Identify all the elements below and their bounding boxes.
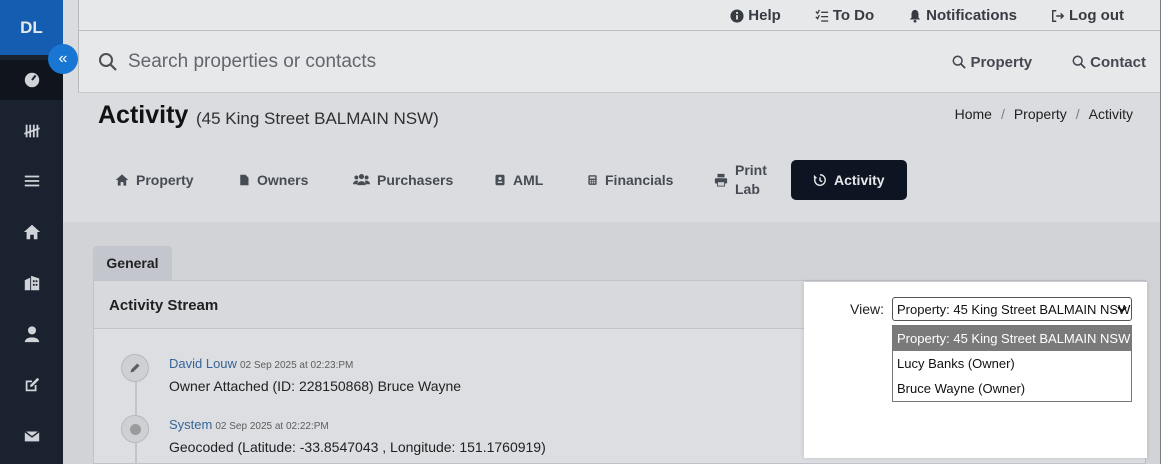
notifications-link[interactable]: Notifications	[908, 7, 1017, 24]
document-icon	[240, 174, 249, 186]
home-icon	[23, 224, 40, 240]
sidebar-item-home[interactable]	[0, 212, 63, 252]
logout-icon	[1052, 9, 1065, 22]
dashboard-icon	[24, 72, 39, 88]
view-label: View:	[850, 301, 884, 317]
help-label: Help	[748, 7, 781, 24]
search-bar: Property Contact	[78, 31, 1160, 93]
search-icon	[99, 53, 117, 71]
id-card-icon	[495, 174, 505, 186]
breadcrumb-separator: /	[1075, 106, 1080, 122]
activity-timestamp: 02 Sep 2025 at 02:22:PM	[215, 421, 329, 432]
tally-icon	[23, 124, 40, 138]
tab-bar: Property Owners Purchasers AML Financial…	[63, 140, 1160, 220]
search-icon	[1072, 55, 1086, 69]
edit-icon	[25, 377, 39, 392]
breadcrumb-property[interactable]: Property	[1014, 106, 1067, 122]
sidebar-item-contacts[interactable]	[0, 314, 63, 354]
printer-icon	[714, 173, 728, 187]
sidebar-item-edit[interactable]	[0, 365, 63, 405]
sidebar-collapse-button[interactable]: «	[48, 44, 78, 74]
timeline-marker	[121, 354, 149, 382]
search-icon	[952, 55, 967, 69]
tab-property[interactable]: Property	[115, 160, 194, 200]
tab-aml-label: AML	[513, 172, 544, 188]
tab-purchasers-label: Purchasers	[377, 172, 454, 188]
page-subtitle: (45 King Street BALMAIN NSW)	[196, 109, 439, 128]
tab-owners[interactable]: Owners	[238, 160, 308, 200]
sidebar-item-buildings[interactable]	[0, 263, 63, 303]
bell-icon	[909, 9, 921, 23]
activity-text: Owner Attached (ID: 228150868) Bruce Way…	[169, 378, 462, 394]
todo-link[interactable]: To Do	[815, 7, 874, 24]
calculator-icon	[588, 175, 597, 185]
view-option[interactable]: Property: 45 King Street BALMAIN NSW	[893, 326, 1131, 351]
search-contact-label: Contact	[1090, 53, 1146, 71]
timeline-marker	[121, 415, 149, 443]
tab-print-lab-line1: Print	[735, 162, 767, 178]
chevron-down-icon	[1117, 306, 1127, 313]
activity-entry-header: David Louw 02 Sep 2025 at 02:23:PM	[169, 356, 353, 371]
mail-icon	[23, 430, 40, 442]
view-option[interactable]: Bruce Wayne (Owner)	[893, 376, 1131, 401]
activity-author-link[interactable]: David Louw	[169, 356, 237, 371]
notifications-label: Notifications	[926, 7, 1018, 24]
breadcrumb: Home / Property / Activity	[955, 106, 1133, 122]
tab-print-lab-line2: Lab	[735, 181, 760, 197]
tab-general[interactable]: General	[93, 246, 172, 280]
help-link[interactable]: Help	[730, 7, 781, 24]
home-icon	[115, 174, 129, 186]
tab-activity-label: Activity	[834, 172, 885, 188]
page-title: Activity	[98, 101, 189, 129]
tab-activity[interactable]: Activity	[791, 160, 907, 200]
todo-label: To Do	[832, 7, 875, 24]
breadcrumb-separator: /	[1000, 106, 1005, 122]
dot-icon	[129, 423, 141, 435]
sidebar-item-list[interactable]	[0, 161, 63, 201]
logout-link[interactable]: Log out	[1051, 7, 1124, 24]
logout-label: Log out	[1069, 7, 1124, 24]
sidebar-item-mail[interactable]	[0, 416, 63, 456]
panel-title: Activity Stream	[109, 297, 219, 314]
view-option[interactable]: Lucy Banks (Owner)	[893, 351, 1131, 376]
breadcrumb-activity: Activity	[1088, 106, 1133, 122]
tab-property-label: Property	[136, 172, 194, 188]
list-icon	[24, 175, 39, 187]
view-select-value: Property: 45 King Street BALMAIN NSW	[897, 301, 1131, 317]
search-input[interactable]	[128, 49, 728, 75]
top-bar: Help To Do Notifications Log out	[78, 0, 1160, 31]
view-select[interactable]: Property: 45 King Street BALMAIN NSW	[892, 297, 1132, 321]
users-icon	[353, 174, 370, 186]
view-dropdown-list: Property: 45 King Street BALMAIN NSW Luc…	[892, 325, 1132, 402]
history-icon	[813, 174, 826, 186]
building-icon	[24, 275, 39, 291]
tab-purchasers[interactable]: Purchasers	[353, 160, 453, 200]
search-property-button[interactable]: Property	[952, 54, 1032, 71]
tab-aml[interactable]: AML	[494, 160, 543, 200]
tab-print-lab[interactable]: Print Lab	[714, 160, 767, 200]
user-icon	[24, 326, 39, 343]
tab-financials-label: Financials	[605, 172, 674, 188]
activity-entry-header: System 02 Sep 2025 at 02:22:PM	[169, 417, 329, 432]
info-icon	[730, 8, 744, 23]
search-property-label: Property	[970, 53, 1033, 71]
view-filter-region: View: Property: 45 King Street BALMAIN N…	[804, 282, 1147, 458]
activity-text: Geocoded (Latitude: -33.8547043 , Longit…	[169, 439, 546, 455]
search-contact-button[interactable]: Contact	[1072, 54, 1146, 71]
sidebar-item-tally[interactable]	[0, 111, 63, 151]
pencil-icon	[130, 363, 140, 373]
activity-author-link[interactable]: System	[169, 417, 212, 432]
activity-timestamp: 02 Sep 2025 at 02:23:PM	[239, 360, 354, 371]
tab-owners-label: Owners	[257, 172, 309, 188]
tab-financials[interactable]: Financials	[587, 160, 673, 200]
checklist-icon	[815, 9, 828, 22]
breadcrumb-home[interactable]: Home	[955, 106, 992, 122]
